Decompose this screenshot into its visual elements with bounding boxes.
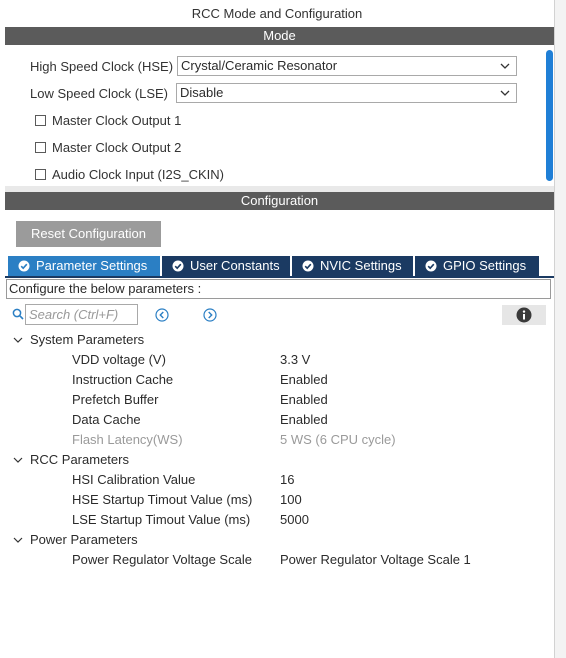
group-power-parameters[interactable]: Power Parameters xyxy=(30,532,138,547)
master-clock-output-1-checkbox[interactable]: Master Clock Output 1 xyxy=(35,113,335,129)
param-value[interactable]: 100 xyxy=(280,492,302,507)
lse-label: Low Speed Clock (LSE) xyxy=(30,86,169,101)
mode-section-header: Mode xyxy=(5,27,554,45)
panel-title: RCC Mode and Configuration xyxy=(191,6,363,21)
param-name: HSE Startup Timout Value (ms) xyxy=(72,492,253,507)
tab-label: NVIC Settings xyxy=(320,258,402,273)
param-name: Data Cache xyxy=(72,412,141,427)
hse-select-value: Crystal/Ceramic Resonator xyxy=(181,58,338,73)
group-system-parameters[interactable]: System Parameters xyxy=(30,332,144,347)
param-name: LSE Startup Timout Value (ms) xyxy=(72,512,251,527)
chevron-down-icon[interactable] xyxy=(13,535,23,545)
hse-label: High Speed Clock (HSE) xyxy=(30,59,174,74)
param-value: 5 WS (6 CPU cycle) xyxy=(280,432,396,447)
check-circle-icon xyxy=(425,260,437,272)
search-icon xyxy=(12,308,24,320)
next-match-icon[interactable] xyxy=(203,308,217,322)
param-value[interactable]: Enabled xyxy=(280,372,328,387)
checkbox-label: Master Clock Output 1 xyxy=(52,113,182,128)
checkbox-label: Master Clock Output 2 xyxy=(52,140,182,155)
param-value[interactable]: 3.3 V xyxy=(280,352,310,367)
lse-select[interactable]: Disable xyxy=(176,83,517,103)
tab-nvic-settings[interactable]: NVIC Settings xyxy=(292,256,413,276)
tab-label: User Constants xyxy=(190,258,280,273)
check-circle-icon xyxy=(172,260,184,272)
param-name: Instruction Cache xyxy=(72,372,174,387)
info-button[interactable] xyxy=(502,305,546,325)
previous-match-icon[interactable] xyxy=(155,308,169,322)
search-input[interactable] xyxy=(25,304,138,325)
tab-label: Parameter Settings xyxy=(36,258,148,273)
chevron-down-icon[interactable] xyxy=(13,455,23,465)
chevron-down-icon xyxy=(500,63,510,69)
configuration-section-header: Configuration xyxy=(5,192,554,210)
param-name: Flash Latency(WS) xyxy=(72,432,183,447)
param-value[interactable]: Enabled xyxy=(280,392,328,407)
group-rcc-parameters[interactable]: RCC Parameters xyxy=(30,452,129,467)
hse-select[interactable]: Crystal/Ceramic Resonator xyxy=(177,56,517,76)
info-icon xyxy=(516,307,532,323)
check-circle-icon xyxy=(302,260,314,272)
param-name: HSI Calibration Value xyxy=(72,472,196,487)
param-name: Power Regulator Voltage Scale xyxy=(72,552,252,567)
parameters-description: Configure the below parameters : xyxy=(6,279,551,299)
tabs-underline xyxy=(5,276,554,278)
mode-scrollbar-thumb[interactable] xyxy=(546,50,553,181)
outer-scrollbar[interactable] xyxy=(554,0,566,658)
chevron-down-icon xyxy=(500,90,510,96)
reset-configuration-button[interactable]: Reset Configuration xyxy=(16,221,161,247)
chevron-down-icon[interactable] xyxy=(13,335,23,345)
tab-parameter-settings[interactable]: Parameter Settings xyxy=(8,256,160,276)
lse-select-value: Disable xyxy=(180,85,224,100)
master-clock-output-2-checkbox[interactable]: Master Clock Output 2 xyxy=(35,140,335,156)
check-circle-icon xyxy=(18,260,30,272)
checkbox-box[interactable] xyxy=(35,169,46,180)
tab-label: GPIO Settings xyxy=(443,258,527,273)
param-value[interactable]: 16 xyxy=(280,472,294,487)
checkbox-label: Audio Clock Input (I2S_CKIN) xyxy=(52,167,224,182)
checkbox-box[interactable] xyxy=(35,115,46,126)
tab-user-constants[interactable]: User Constants xyxy=(162,256,290,276)
checkbox-box[interactable] xyxy=(35,142,46,153)
param-name: VDD voltage (V) xyxy=(72,352,166,367)
param-value[interactable]: Power Regulator Voltage Scale 1 xyxy=(280,552,471,567)
param-value[interactable]: 5000 xyxy=(280,512,309,527)
tab-gpio-settings[interactable]: GPIO Settings xyxy=(415,256,539,276)
param-value[interactable]: Enabled xyxy=(280,412,328,427)
audio-clock-input-checkbox[interactable]: Audio Clock Input (I2S_CKIN) xyxy=(35,167,335,183)
param-name: Prefetch Buffer xyxy=(72,392,159,407)
